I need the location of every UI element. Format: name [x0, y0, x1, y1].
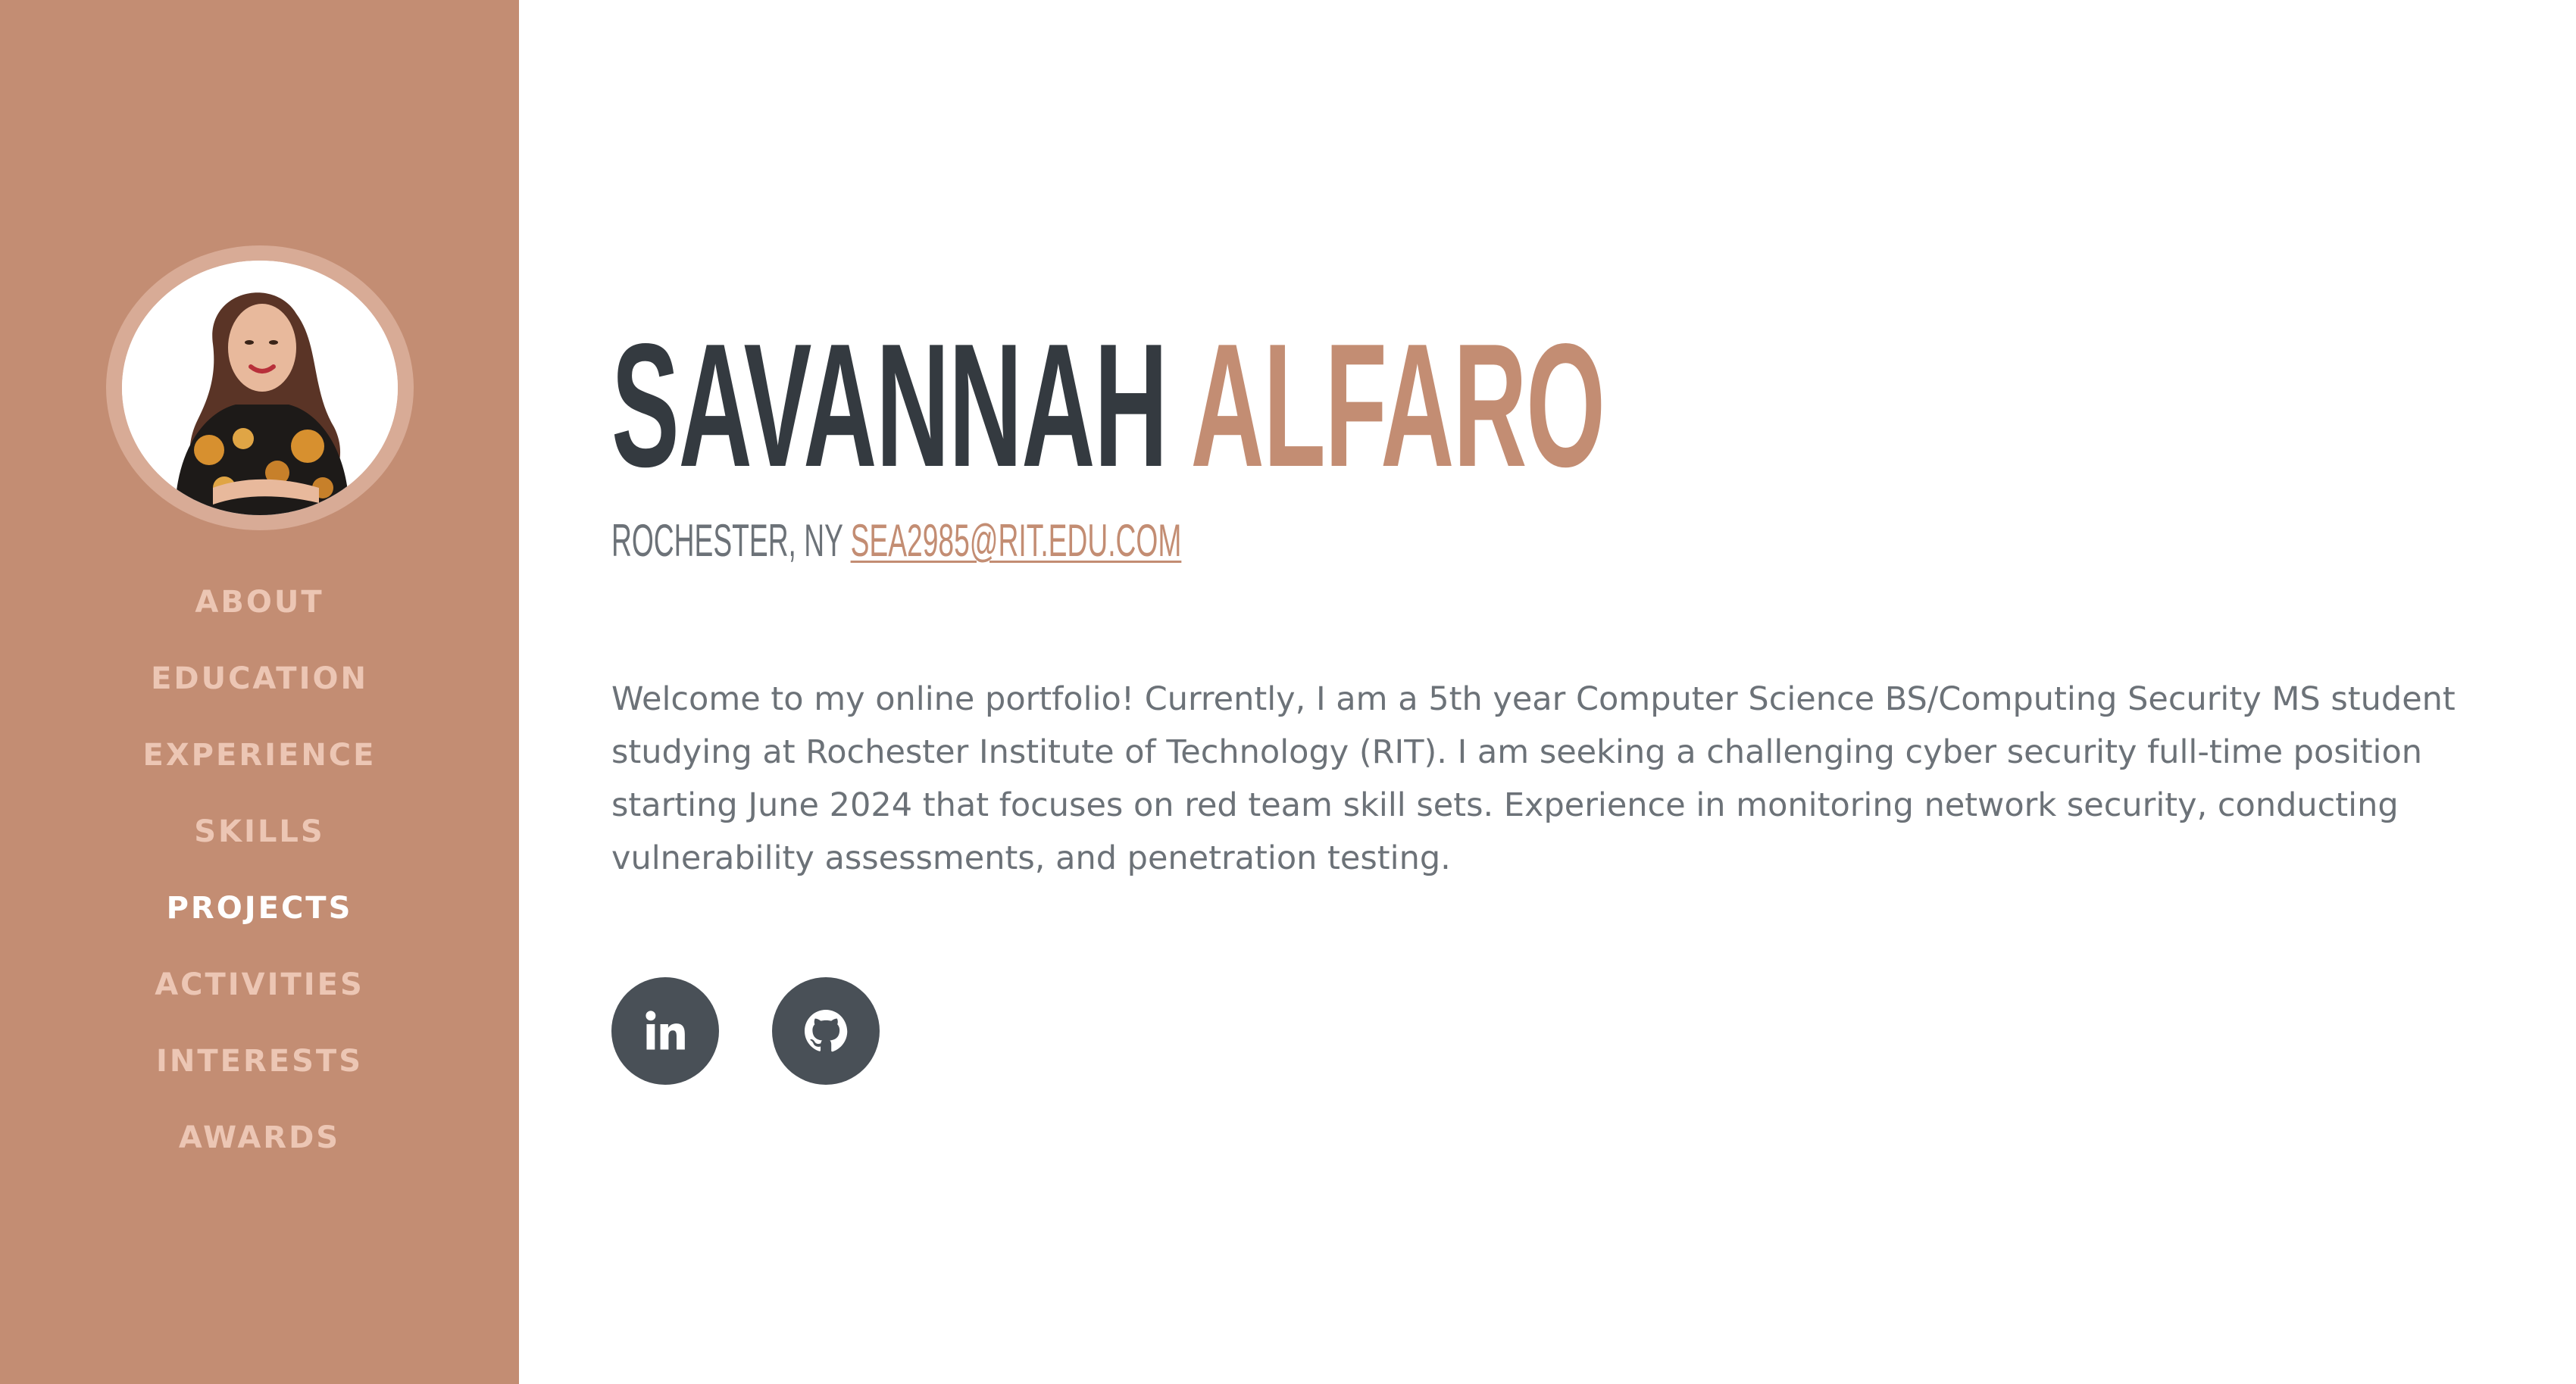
github-button[interactable] [772, 977, 880, 1085]
contact-line: ROCHESTER, NY SEA2985@RIT.EDU.COM [611, 518, 1181, 564]
linkedin-button[interactable] [611, 977, 719, 1085]
location-text: ROCHESTER, NY [611, 515, 843, 566]
linkedin-icon [646, 1011, 685, 1050]
nav-item-projects[interactable]: PROJECTS [167, 870, 353, 946]
last-name: ALFARO [1190, 308, 1605, 504]
nav-item-experience[interactable]: EXPERIENCE [143, 717, 377, 793]
bio-text: Welcome to my online portfolio! Currentl… [611, 680, 2456, 877]
profile-avatar-frame [105, 245, 414, 530]
page-title: SAVANNAH ALFARO [611, 318, 1605, 494]
nav-item-interests[interactable]: INTERESTS [156, 1023, 363, 1099]
nav-item-activities[interactable]: ACTIVITIES [155, 946, 364, 1023]
github-icon [805, 1010, 848, 1052]
first-name: SAVANNAH [611, 308, 1168, 504]
social-icons [611, 977, 880, 1085]
nav-item-about[interactable]: ABOUT [195, 564, 324, 640]
sidebar-nav: ABOUT EDUCATION EXPERIENCE SKILLS PROJEC… [143, 564, 377, 1176]
nav-item-skills[interactable]: SKILLS [194, 793, 324, 870]
email-link[interactable]: SEA2985@RIT.EDU.COM [851, 515, 1182, 566]
profile-photo [121, 261, 398, 515]
profile-avatar [121, 261, 398, 515]
sidebar: ABOUT EDUCATION EXPERIENCE SKILLS PROJEC… [0, 0, 519, 1384]
nav-item-awards[interactable]: AWARDS [179, 1099, 340, 1176]
nav-item-education[interactable]: EDUCATION [151, 640, 368, 717]
